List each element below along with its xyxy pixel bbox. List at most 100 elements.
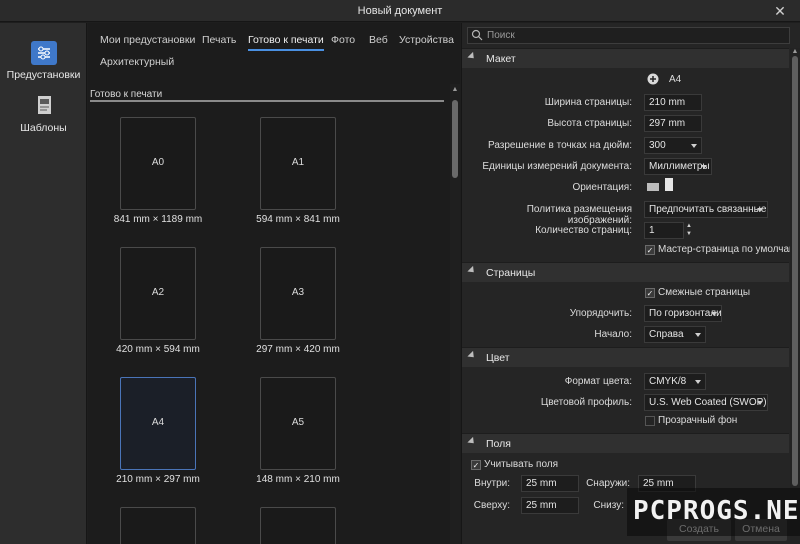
preset-name: A4 <box>151 417 165 428</box>
sidebar-item-templates[interactable]: Шаблоны <box>0 94 87 134</box>
scroll-up-icon[interactable]: ▲ <box>791 48 799 56</box>
dpi-label: Разрешение в точках на дюйм: <box>487 140 632 151</box>
scrollbar-thumb[interactable] <box>452 100 458 178</box>
section-divider <box>90 100 444 102</box>
group-margins[interactable]: Поля <box>462 433 789 453</box>
tab-print[interactable]: Печать <box>202 34 236 46</box>
color-format-dropdown[interactable]: CMYK/8 <box>644 373 706 390</box>
scroll-up-icon[interactable]: ▲ <box>451 86 459 94</box>
preset-card-a5[interactable]: A5 <box>260 377 336 470</box>
preset-name: A3 <box>291 287 305 298</box>
width-label: Ширина страницы: <box>544 97 632 108</box>
include-margins-checkbox[interactable]: ✓ <box>471 460 481 470</box>
master-page-label: Мастер-страница по умолчанию <box>658 244 800 255</box>
group-title: Страницы <box>486 267 536 279</box>
preset-card-a1[interactable]: A1 <box>260 117 336 210</box>
width-field[interactable]: 210 mm <box>644 94 702 111</box>
color-profile-dropdown[interactable]: U.S. Web Coated (SWOP) v2 <box>644 394 768 411</box>
sidebar-item-label: Предустановки <box>6 69 81 81</box>
search-box[interactable]: Поиск <box>467 27 790 44</box>
preset-name-label: A4 <box>669 74 682 85</box>
preset-size: 594 mm × 841 mm <box>256 214 340 225</box>
height-label: Высота страницы: <box>547 118 632 129</box>
sidebar: Предустановки Шаблоны <box>0 23 87 544</box>
start-dropdown[interactable]: Справа <box>644 326 706 343</box>
tab-press-ready[interactable]: Готово к печати <box>248 34 324 51</box>
color-format-value: CMYK/8 <box>649 376 687 387</box>
landscape-icon[interactable] <box>647 180 659 192</box>
group-title: Поля <box>486 438 511 450</box>
color-profile-label: Цветовой профиль: <box>540 397 632 408</box>
bottom-margin-label: Снизу: <box>593 500 624 511</box>
group-title: Цвет <box>486 352 510 364</box>
tab-architectural[interactable]: Архитектурный <box>100 56 174 68</box>
close-icon[interactable]: ✕ <box>772 3 788 19</box>
search-icon <box>471 29 483 41</box>
arrange-dropdown[interactable]: По горизонтали <box>644 305 722 322</box>
color-profile-value: U.S. Web Coated (SWOP) v2 <box>649 397 768 408</box>
preset-card-a3[interactable]: A3 <box>260 247 336 340</box>
chevron-down-icon <box>711 312 717 316</box>
master-page-checkbox[interactable]: ✓ <box>645 245 655 255</box>
collapse-icon[interactable] <box>467 436 477 447</box>
presets-panel: Мои предустановки Печать Готово к печати… <box>88 23 460 544</box>
facing-pages-checkbox[interactable]: ✓ <box>645 288 655 298</box>
group-color[interactable]: Цвет <box>462 347 789 367</box>
category-tabs: Мои предустановки Печать Готово к печати… <box>88 23 460 87</box>
preset-size: 148 mm × 210 mm <box>256 474 340 485</box>
preset-name: A2 <box>151 287 165 298</box>
height-field[interactable]: 297 mm <box>644 115 702 132</box>
tab-my-presets[interactable]: Мои предустановки <box>100 34 195 46</box>
top-margin-label: Сверху: <box>473 500 510 511</box>
scrollbar-thumb[interactable] <box>792 56 798 486</box>
orientation-label: Ориентация: <box>572 182 632 193</box>
transparent-bg-checkbox[interactable] <box>645 416 655 426</box>
include-margins-label: Учитывать поля <box>484 459 559 470</box>
preset-card-partial[interactable] <box>260 507 336 544</box>
sidebar-item-presets[interactable]: Предустановки <box>0 41 87 81</box>
top-margin-field[interactable]: 25 mm <box>521 497 579 514</box>
stepper-icon[interactable]: ▲ ▼ <box>685 222 693 239</box>
presets-scrollbar[interactable]: ▲ <box>450 84 460 544</box>
preset-card-a2[interactable]: A2 <box>120 247 196 340</box>
preset-name: A5 <box>291 417 305 428</box>
add-preset-icon[interactable] <box>647 73 659 85</box>
collapse-icon[interactable] <box>467 51 477 62</box>
tab-web[interactable]: Веб <box>369 34 388 46</box>
portrait-icon[interactable] <box>663 178 675 192</box>
tab-photo[interactable]: Фото <box>331 34 355 46</box>
settings-panel: Поиск Макет A4 Ширина страницы: 210 mm В… <box>461 23 800 544</box>
preset-size: 210 mm × 297 mm <box>116 474 200 485</box>
tab-devices[interactable]: Устройства <box>399 34 454 46</box>
collapse-icon[interactable] <box>467 350 477 361</box>
chevron-down-icon <box>757 208 763 212</box>
units-dropdown[interactable]: Миллиметры <box>644 158 712 175</box>
inside-margin-label: Внутри: <box>474 478 510 489</box>
preset-card-partial[interactable] <box>120 507 196 544</box>
chevron-down-icon <box>691 144 697 148</box>
pages-count-field[interactable]: 1 <box>644 222 684 239</box>
inside-margin-field[interactable]: 25 mm <box>521 475 579 492</box>
group-layout[interactable]: Макет <box>462 48 789 68</box>
sidebar-item-label: Шаблоны <box>20 122 67 134</box>
group-title: Макет <box>486 53 516 65</box>
preset-size: 297 mm × 420 mm <box>256 344 340 355</box>
dpi-dropdown[interactable]: 300 <box>644 137 702 154</box>
placement-dropdown[interactable]: Предпочитать связанные о <box>644 201 768 218</box>
presets-icon <box>30 41 57 65</box>
group-pages[interactable]: Страницы <box>462 262 789 282</box>
preset-card-a0[interactable]: A0 <box>120 117 196 210</box>
collapse-icon[interactable] <box>467 265 477 276</box>
watermark: PCPROGS.NET <box>627 488 800 536</box>
transparent-bg-label: Прозрачный фон <box>658 415 738 426</box>
chevron-down-icon <box>701 165 707 169</box>
preset-name: A1 <box>291 157 305 168</box>
settings-scrollbar[interactable]: ▲ <box>790 48 800 544</box>
title-bar: Новый документ ✕ <box>0 0 800 22</box>
preset-card-a4[interactable]: A4 <box>120 377 196 470</box>
pages-count-label: Количество страниц: <box>535 225 632 236</box>
preset-size: 841 mm × 1189 mm <box>113 214 203 225</box>
search-placeholder: Поиск <box>487 30 515 41</box>
watermark-text: PCPROGS.NET <box>633 496 800 526</box>
arrange-label: Упорядочить: <box>569 308 632 319</box>
